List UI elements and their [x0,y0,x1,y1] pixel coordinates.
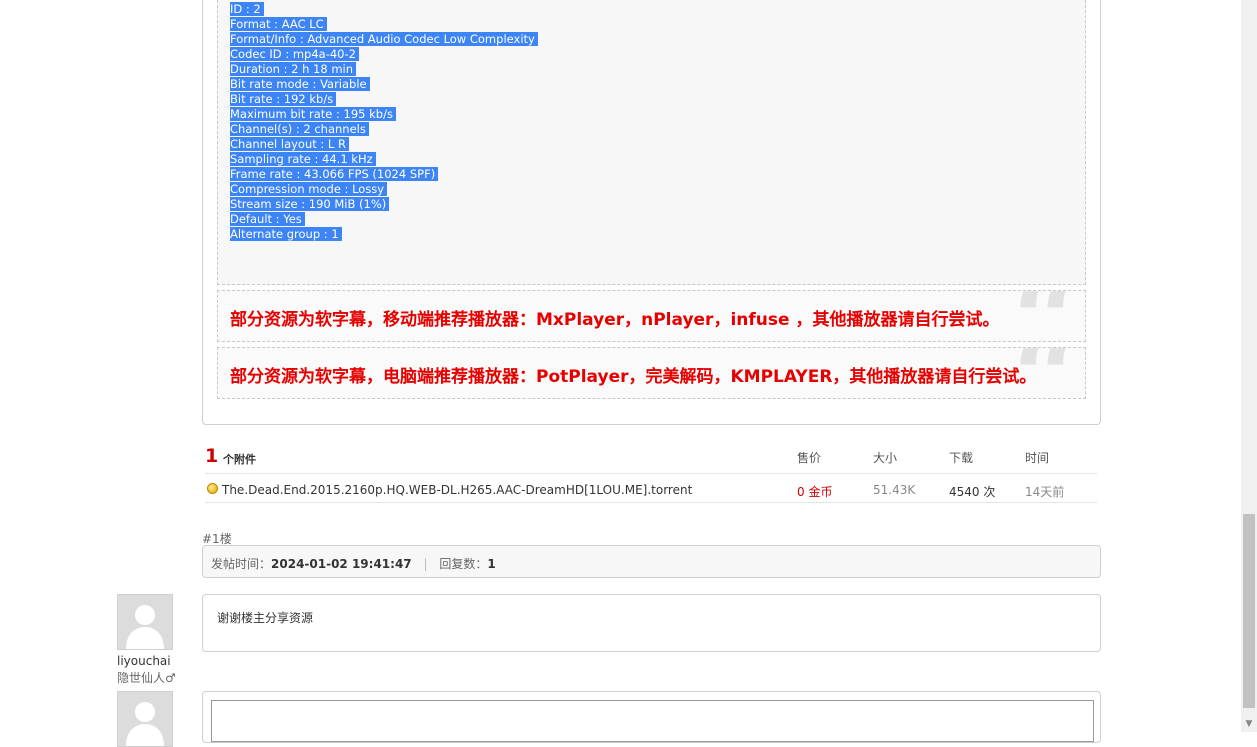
media-info-line: Compression mode : Lossy [230,182,538,197]
media-info-line: ID : 2 [230,2,538,17]
mobile-player-notice: “ 部分资源为软字幕，移动端推荐播放器：MxPlayer，nPlayer，inf… [217,290,1086,342]
media-info-line: Maximum bit rate : 195 kb/s [230,107,538,122]
media-info-line: Alternate group : 1 [230,227,538,242]
media-info-line: Frame rate : 43.066 FPS (1024 SPF) [230,167,538,182]
time-column-header: 时间 [1025,451,1050,465]
divider [205,502,1097,503]
scroll-down-arrow-icon[interactable]: ▼ [1241,716,1257,732]
price-column-header: 售价 [797,451,822,465]
media-info-line: Channel layout : L R [230,137,538,152]
media-info-lines: ID : 2 Format : AAC LC Format/Info : Adv… [230,2,538,242]
post-info-bar: 发帖时间：2024-01-02 19:41:47 | 回复数：1 [202,545,1101,578]
reply-text: 谢谢楼主分享资源 [217,611,314,625]
attachment-time: 14天前 [1025,485,1065,499]
attachment-link[interactable]: The.Dead.End.2015.2160p.HQ.WEB-DL.H265.A… [222,483,692,497]
size-column-header: 大小 [873,451,898,465]
reply-textarea[interactable] [211,700,1094,742]
default-user-icon [126,605,164,649]
reply-editor-box [202,691,1101,743]
downloads-column-header: 下载 [949,451,974,465]
media-info-line: Channel(s) : 2 channels [230,122,538,137]
media-info-line: Sampling rate : 44.1 kHz [230,152,538,167]
divider [205,473,1097,474]
media-info-line: Stream size : 190 MiB (1%) [230,197,538,212]
user-title: 隐世仙人♂ [117,671,176,685]
media-info-line: Codec ID : mp4a-40-2 [230,47,538,62]
media-info-line: Format : AAC LC [230,17,538,32]
info-separator: | [423,557,428,571]
quote-mark-icon: “ [1012,291,1081,341]
attachment-price: 0 金币 [797,485,833,499]
reply-count-label: 回复数： [439,557,488,571]
attachment-size: 51.43K [873,483,916,497]
media-info-line: Bit rate mode : Variable [230,77,538,92]
attachment-count-label: 个附件 [223,453,256,466]
post-time: 2024-01-02 19:41:47 [271,557,412,571]
media-info-line: Format/Info : Advanced Audio Codec Low C… [230,32,538,47]
media-info-line: Bit rate : 192 kb/s [230,92,538,107]
notice-text: 部分资源为软字幕，移动端推荐播放器：MxPlayer，nPlayer，infus… [230,310,1000,330]
post-info-text: 发帖时间：2024-01-02 19:41:47 | 回复数：1 [211,555,496,572]
media-info-line: Default : Yes [230,212,538,227]
reply-count: 1 [487,557,496,571]
reply-content-box: 谢谢楼主分享资源 [202,594,1101,652]
notice-text: 部分资源为软字幕，电脑端推荐播放器：PotPlayer，完美解码，KMPLAYE… [230,367,1037,387]
avatar [117,691,173,747]
username-link[interactable]: liyouchai [117,654,171,668]
torrent-file-icon [207,483,218,494]
avatar[interactable] [117,594,173,650]
default-user-icon [126,702,164,746]
post-time-label: 发帖时间： [211,557,272,571]
attachment-downloads: 4540 次 [949,485,996,499]
pc-player-notice: “ 部分资源为软字幕，电脑端推荐播放器：PotPlayer，完美解码，KMPLA… [217,347,1086,399]
attachment-count: 1 [205,445,219,467]
media-info-line: Duration : 2 h 18 min [230,62,538,77]
scrollbar-thumb[interactable] [1243,514,1255,708]
